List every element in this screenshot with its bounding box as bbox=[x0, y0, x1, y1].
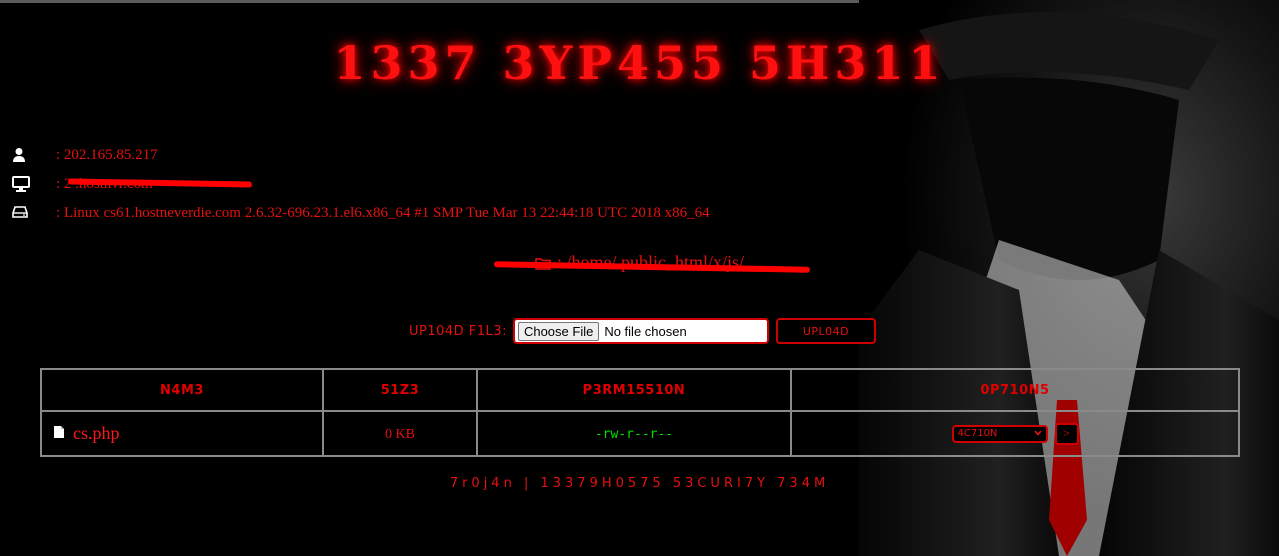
server-ip: : 202.165.85.217 bbox=[56, 146, 158, 163]
table-header-row: N4M3 51Z3 P3RM15510N 0P710N5 bbox=[40, 368, 1240, 412]
column-header-permission: P3RM15510N bbox=[476, 368, 792, 412]
file-name-link[interactable]: cs.php bbox=[73, 423, 120, 444]
upload-form: UP104D F1L3: Choose File No file chosen … bbox=[409, 318, 876, 344]
chevron-down-icon bbox=[1033, 428, 1042, 439]
file-icon bbox=[53, 423, 65, 444]
file-name-cell: cs.php bbox=[40, 410, 324, 457]
top-border bbox=[0, 0, 1279, 3]
column-header-options: 0P710N5 bbox=[790, 368, 1240, 412]
file-table: N4M3 51Z3 P3RM15510N 0P710N5 cs.php 0 KB… bbox=[40, 368, 1240, 457]
info-row-uname: : Linux cs61.hostneverdie.com 2.6.32-696… bbox=[12, 203, 710, 223]
footer-credit: 7r0j4n | 13379H0575 53CURI7Y 734M bbox=[449, 476, 830, 491]
file-input[interactable]: Choose File No file chosen bbox=[512, 318, 769, 344]
monitor-icon bbox=[12, 176, 30, 192]
system-info: : Linux cs61.hostneverdie.com 2.6.32-696… bbox=[56, 204, 710, 221]
file-permission-cell: -rw-r--r-- bbox=[476, 410, 792, 457]
file-permission[interactable]: -rw-r--r-- bbox=[595, 427, 673, 442]
user-icon bbox=[12, 147, 30, 163]
action-select-value: 4C710N bbox=[957, 428, 998, 439]
action-select[interactable]: 4C710N bbox=[951, 424, 1048, 443]
page-title: 1337 3YP455 5H311 bbox=[333, 36, 946, 90]
file-options-cell: 4C710N > bbox=[790, 410, 1240, 457]
choose-file-button[interactable]: Choose File bbox=[517, 321, 600, 341]
file-size: 0 KB bbox=[385, 426, 415, 442]
file-size-cell: 0 KB bbox=[322, 410, 478, 457]
column-header-size: 51Z3 bbox=[322, 368, 478, 412]
hard-drive-icon bbox=[12, 205, 30, 221]
info-row-ip: : 202.165.85.217 bbox=[12, 145, 158, 165]
file-status: No file chosen bbox=[604, 323, 687, 339]
go-button[interactable]: > bbox=[1054, 422, 1079, 445]
table-row: cs.php 0 KB -rw-r--r-- 4C710N > bbox=[40, 410, 1240, 457]
upload-button[interactable]: UPL04D bbox=[775, 318, 876, 344]
upload-label: UP104D F1L3: bbox=[409, 323, 507, 339]
column-header-name: N4M3 bbox=[40, 368, 324, 412]
